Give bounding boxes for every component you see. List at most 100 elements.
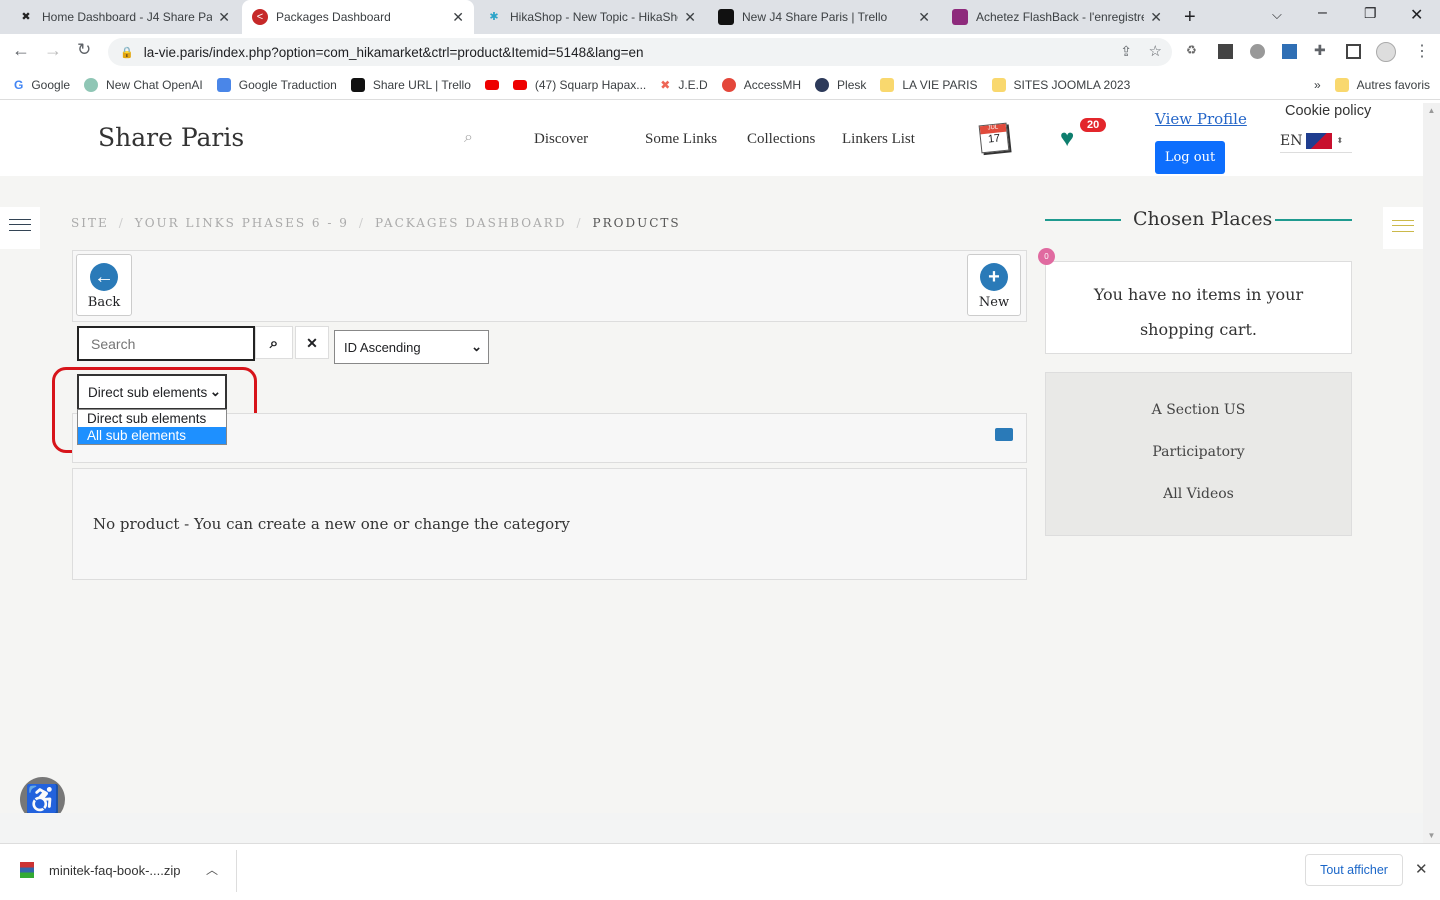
nav-discover[interactable]: Discover xyxy=(534,131,588,148)
share-page-icon[interactable]: ⇪ xyxy=(1120,43,1132,60)
cookie-policy-link[interactable]: Cookie policy xyxy=(1285,103,1371,119)
depth-option-direct[interactable]: Direct sub elements xyxy=(78,410,226,427)
show-all-downloads-button[interactable]: Tout afficher xyxy=(1305,854,1403,886)
close-tab-icon[interactable]: ✕ xyxy=(918,9,930,26)
cart-count-badge: 0 xyxy=(1038,248,1055,265)
breadcrumb-site[interactable]: SITE xyxy=(71,216,109,230)
folder-icon xyxy=(991,77,1006,92)
close-tab-icon[interactable]: ✕ xyxy=(218,9,230,26)
footer-band xyxy=(0,813,1423,843)
forward-icon[interactable]: → xyxy=(44,40,62,61)
menu-icon[interactable]: ⋮ xyxy=(1414,41,1430,61)
breadcrumb: SITE / YOUR LINKS PHASES 6 - 9/ PACKAGES … xyxy=(71,216,681,230)
more-bookmarks-icon[interactable]: » xyxy=(1314,78,1321,92)
close-window-button[interactable]: ✕ xyxy=(1410,5,1423,25)
cart-panel: You have no items in your shopping cart. xyxy=(1045,261,1352,354)
uk-flag-icon xyxy=(1306,132,1333,149)
bookmark-trello[interactable]: Share URL | Trello xyxy=(350,77,471,92)
tab-search-icon[interactable]: ⌵ xyxy=(1272,7,1282,23)
language-select[interactable]: EN ⬍ xyxy=(1280,129,1352,153)
url-input[interactable]: 🔒 la-vie.paris/index.php?option=com_hikam… xyxy=(108,38,1172,66)
nav-linkers-list[interactable]: Linkers List xyxy=(842,131,915,148)
link-all-videos[interactable]: All Videos xyxy=(1046,486,1351,502)
empty-message: No product - You can create a new one or… xyxy=(93,515,570,533)
wishlist-heart-icon[interactable]: ♥ xyxy=(1060,125,1074,153)
zip-file-icon xyxy=(20,862,34,878)
extension-save-icon[interactable] xyxy=(1282,44,1297,59)
depth-option-all[interactable]: All sub elements xyxy=(78,427,226,444)
plus-circle-icon: + xyxy=(980,263,1008,291)
search-input[interactable] xyxy=(77,326,255,361)
breadcrumb-your-links[interactable]: YOUR LINKS PHASES 6 - 9 xyxy=(135,216,349,230)
chevron-down-icon: ⌄ xyxy=(209,384,221,399)
search-icon[interactable]: ⌕ xyxy=(464,129,473,147)
bookmark-google-traduction[interactable]: Google Traduction xyxy=(216,77,337,92)
bookmark-plesk[interactable]: Plesk xyxy=(815,77,866,92)
search-button[interactable]: ⌕ xyxy=(255,326,293,359)
trello-icon xyxy=(718,9,734,25)
chevron-up-icon[interactable]: ︿ xyxy=(206,861,218,878)
bookmark-squarp[interactable]: (47) Squarp Hapax... xyxy=(512,78,646,92)
bookmark-google[interactable]: G Google xyxy=(14,78,70,92)
logout-button[interactable]: Log out xyxy=(1155,141,1225,174)
clear-search-button[interactable]: ✕ xyxy=(295,326,329,359)
scroll-down-icon[interactable]: ▼ xyxy=(1423,831,1440,840)
nav-collections[interactable]: Collections xyxy=(747,131,815,148)
tab-trello[interactable]: New J4 Share Paris | Trello ✕ xyxy=(708,0,940,34)
product-list-panel: No product - You can create a new one or… xyxy=(72,468,1027,580)
close-tab-icon[interactable]: ✕ xyxy=(452,9,464,26)
new-button[interactable]: + New xyxy=(967,254,1021,316)
scroll-up-icon[interactable]: ▲ xyxy=(1423,106,1440,115)
site-title[interactable]: Share Paris xyxy=(98,123,244,152)
close-download-bar-icon[interactable]: ✕ xyxy=(1415,860,1428,878)
breadcrumb-packages-dashboard[interactable]: PACKAGES DASHBOARD xyxy=(375,216,567,230)
joomla-icon: ✖ xyxy=(21,11,31,23)
calendar-icon[interactable]: JUL 17 xyxy=(978,122,1010,154)
hikashop-icon: ✱ xyxy=(489,11,499,23)
profile-avatar[interactable] xyxy=(1376,42,1396,62)
link-participatory[interactable]: Participatory xyxy=(1046,444,1351,460)
sort-select[interactable]: ID Ascending ⌄ xyxy=(334,330,489,364)
tab-home-dashboard[interactable]: ✖ Home Dashboard - J4 Share Paris ✕ xyxy=(8,0,240,34)
restore-button[interactable]: ❐ xyxy=(1364,5,1377,22)
folder-open-icon[interactable] xyxy=(995,428,1013,441)
tab-flashback[interactable]: Achetez FlashBack - l'enregistreur ✕ xyxy=(942,0,1172,34)
new-tab-button[interactable]: + xyxy=(1184,6,1196,29)
bookmark-openai[interactable]: New Chat OpenAI xyxy=(84,77,203,92)
reload-icon[interactable]: ↻ xyxy=(77,40,91,60)
tab-bar: ✖ Home Dashboard - J4 Share Paris ✕ < Packa… xyxy=(0,0,1440,34)
view-profile-link[interactable]: View Profile xyxy=(1155,110,1247,128)
bookmark-youtube[interactable] xyxy=(484,79,499,90)
download-item[interactable]: minitek-faq-book-....zip xyxy=(49,863,181,878)
back-button[interactable]: ← Back xyxy=(76,254,132,316)
minimize-button[interactable]: – xyxy=(1318,4,1327,22)
star-icon[interactable]: ☆ xyxy=(1149,42,1162,60)
tab-packages-dashboard[interactable]: < Packages Dashboard ✕ xyxy=(242,0,474,34)
arrow-left-circle-icon: ← xyxy=(90,263,118,291)
extension-film-icon[interactable] xyxy=(1250,44,1265,59)
folder-icon xyxy=(1334,77,1349,92)
nav-some-links[interactable]: Some Links xyxy=(645,131,717,148)
bookmark-folder-la-vie-paris[interactable]: LA VIE PARIS xyxy=(880,77,978,92)
side-panel-icon[interactable] xyxy=(1346,44,1361,59)
select-arrows-icon: ⬍ xyxy=(1336,136,1344,145)
divider xyxy=(1275,219,1352,221)
close-tab-icon[interactable]: ✕ xyxy=(684,9,696,26)
share-icon: < xyxy=(252,9,268,25)
chevron-down-icon: ⌄ xyxy=(471,339,482,354)
right-menu-toggle[interactable] xyxy=(1383,207,1423,249)
tab-hikashop[interactable]: ✱ HikaShop - New Topic - HikaShop ✕ xyxy=(476,0,706,34)
back-icon[interactable]: ← xyxy=(12,40,30,61)
bookmark-other-folder[interactable]: Autres favoris xyxy=(1334,77,1430,92)
left-menu-toggle[interactable] xyxy=(0,207,40,249)
bookmark-accessmh[interactable]: AccessMH xyxy=(721,77,801,92)
depth-select[interactable]: Direct sub elements ⌄ xyxy=(77,374,227,410)
bookmark-jed[interactable]: ✖ J.E.D xyxy=(660,78,707,92)
extensions-puzzle-icon[interactable]: ✚ xyxy=(1314,42,1326,59)
bookmark-folder-sites-joomla[interactable]: SITES JOOMLA 2023 xyxy=(991,77,1130,92)
page-scrollbar[interactable]: ▲ ▼ xyxy=(1423,103,1440,843)
close-tab-icon[interactable]: ✕ xyxy=(1150,9,1162,26)
extension-recycle-icon[interactable]: ♻ xyxy=(1186,43,1197,57)
link-a-section-us[interactable]: A Section US xyxy=(1046,402,1351,418)
extension-download-icon[interactable] xyxy=(1218,44,1233,59)
